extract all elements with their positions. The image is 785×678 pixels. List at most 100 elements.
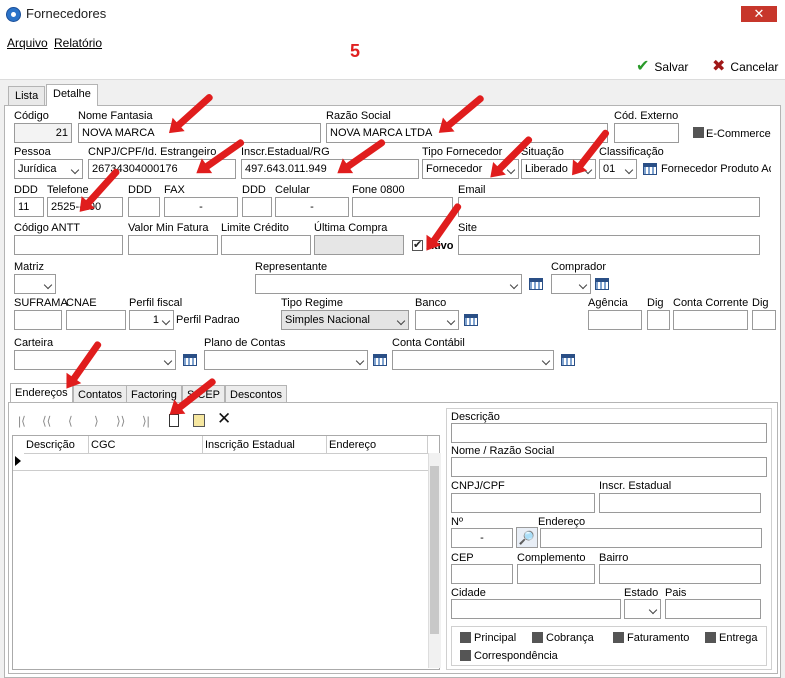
celular-field[interactable]: - <box>275 197 349 217</box>
addr-cep-field[interactable] <box>451 564 513 584</box>
addr-estado-select[interactable] <box>624 599 661 619</box>
tab-lista[interactable]: Lista <box>8 86 46 106</box>
ddd1-field[interactable]: 11 <box>14 197 44 217</box>
tab-detalhe[interactable]: Detalhe <box>46 84 98 106</box>
first-icon[interactable]: |⟨ <box>18 414 26 428</box>
valor-min-fatura-field[interactable] <box>128 235 218 255</box>
pessoa-select[interactable]: Jurídica <box>14 159 83 179</box>
conta-contabil-lookup-icon[interactable] <box>561 354 575 366</box>
next-page-icon[interactable]: ⟩⟩ <box>116 414 125 428</box>
addr-numero-field[interactable]: - <box>451 528 513 548</box>
addr-bairro-field[interactable] <box>599 564 761 584</box>
carteira-label: Carteira <box>14 337 54 349</box>
limite-credito-field[interactable] <box>221 235 311 255</box>
x-icon: ✖ <box>712 58 726 75</box>
banco-lookup-icon[interactable] <box>464 314 478 326</box>
menu-relatorio[interactable]: Relatório <box>54 36 102 50</box>
representante-select[interactable] <box>255 274 522 294</box>
email-label: Email <box>458 184 486 196</box>
window-title: Fornecedores <box>26 6 107 21</box>
representante-lookup-icon[interactable] <box>529 278 543 290</box>
flag-faturamento-checkbox[interactable] <box>613 632 624 643</box>
carteira-lookup-icon[interactable] <box>183 354 197 366</box>
comprador-select[interactable] <box>551 274 591 294</box>
edit-document-icon[interactable] <box>193 414 205 427</box>
save-button[interactable]: ✔ Salvar <box>636 58 688 75</box>
conta-contabil-label: Conta Contábil <box>392 337 465 349</box>
dig1-field[interactable] <box>647 310 670 330</box>
ddd2-field[interactable] <box>128 197 160 217</box>
tab-descontos[interactable]: Descontos <box>225 385 287 403</box>
grid-scroll-thumb[interactable] <box>430 466 439 634</box>
conta-contabil-select[interactable] <box>392 350 554 370</box>
cnae-field[interactable] <box>66 310 126 330</box>
cod-externo-label: Cód. Externo <box>614 110 679 122</box>
ddd3-field[interactable] <box>242 197 272 217</box>
perfil-fiscal-select[interactable]: 1 <box>129 310 174 330</box>
tipo-regime-select[interactable]: Simples Nacional <box>281 310 409 330</box>
ecommerce-label: E-Commerce <box>706 128 771 140</box>
addr-endereco-field[interactable] <box>540 528 762 548</box>
addr-inscr-field[interactable] <box>599 493 761 513</box>
addr-nome-field[interactable] <box>451 457 767 477</box>
classificacao-select[interactable]: 01 <box>599 159 637 179</box>
table-row[interactable] <box>13 454 428 471</box>
grid-header-descricao[interactable]: Descrição <box>24 436 89 454</box>
grid-header-cgc[interactable]: CGC <box>89 436 203 454</box>
razao-social-field[interactable]: NOVA MARCA LTDA <box>326 123 608 143</box>
flag-correspondencia-checkbox[interactable] <box>460 650 471 661</box>
addr-nome-label: Nome / Razão Social <box>451 445 555 457</box>
tab-contatos[interactable]: Contatos <box>73 385 128 403</box>
fone0800-field[interactable] <box>352 197 453 217</box>
check-icon: ✔ <box>636 58 650 75</box>
fax-field[interactable]: - <box>164 197 238 217</box>
classificacao-lookup-icon[interactable] <box>643 163 657 175</box>
codigo-antt-field[interactable] <box>14 235 123 255</box>
cnae-label: CNAE <box>66 297 97 309</box>
flag-principal-checkbox[interactable] <box>460 632 471 643</box>
site-field[interactable] <box>458 235 760 255</box>
valor-min-fatura-label: Valor Min Fatura <box>128 222 209 234</box>
next-icon[interactable]: ⟩ <box>94 414 99 428</box>
plano-contas-select[interactable] <box>204 350 368 370</box>
addr-descricao-field[interactable] <box>451 423 767 443</box>
dig2-field[interactable] <box>752 310 776 330</box>
prior-icon[interactable]: ⟨ <box>68 414 73 428</box>
comprador-lookup-icon[interactable] <box>595 278 609 290</box>
app-icon <box>6 7 21 22</box>
grid-header-inscricao[interactable]: Inscrição Estadual <box>203 436 327 454</box>
menu-arquivo[interactable]: Arquivo <box>7 36 48 50</box>
suframa-field[interactable] <box>14 310 62 330</box>
codigo-field[interactable]: 21 <box>14 123 72 143</box>
addr-cnpj-label: CNPJ/CPF <box>451 480 505 492</box>
addr-complemento-field[interactable] <box>517 564 595 584</box>
agencia-field[interactable] <box>588 310 642 330</box>
addr-cnpj-field[interactable] <box>451 493 595 513</box>
flag-entrega-checkbox[interactable] <box>705 632 716 643</box>
addr-cidade-field[interactable] <box>451 599 621 619</box>
cod-externo-field[interactable] <box>614 123 679 143</box>
grid-header-endereco[interactable]: Endereço <box>327 436 428 454</box>
addr-endereco-label: Endereço <box>538 516 586 528</box>
conta-corrente-field[interactable] <box>673 310 748 330</box>
ultima-compra-label: Última Compra <box>314 222 388 234</box>
cancel-button[interactable]: ✖ Cancelar <box>712 58 778 75</box>
celular-label: Celular <box>275 184 310 196</box>
delete-icon[interactable]: ✕ <box>217 409 231 429</box>
matriz-select[interactable] <box>14 274 56 294</box>
addr-cidade-label: Cidade <box>451 587 486 599</box>
nome-fantasia-field[interactable]: NOVA MARCA <box>78 123 321 143</box>
addr-pais-field[interactable] <box>665 599 761 619</box>
plano-contas-lookup-icon[interactable] <box>373 354 387 366</box>
codigo-antt-label: Código ANTT <box>14 222 81 234</box>
pessoa-label: Pessoa <box>14 146 51 158</box>
inscr-estadual-field[interactable]: 497.643.011.949 <box>241 159 419 179</box>
banco-select[interactable] <box>415 310 459 330</box>
search-icon[interactable]: 🔎 <box>516 527 538 548</box>
ecommerce-checkbox[interactable] <box>693 127 704 138</box>
flag-cobranca-checkbox[interactable] <box>532 632 543 643</box>
prior-page-icon[interactable]: ⟨⟨ <box>42 414 51 428</box>
email-field[interactable] <box>458 197 760 217</box>
last-icon[interactable]: ⟩| <box>142 414 150 428</box>
close-button[interactable]: ✕ <box>741 6 777 22</box>
